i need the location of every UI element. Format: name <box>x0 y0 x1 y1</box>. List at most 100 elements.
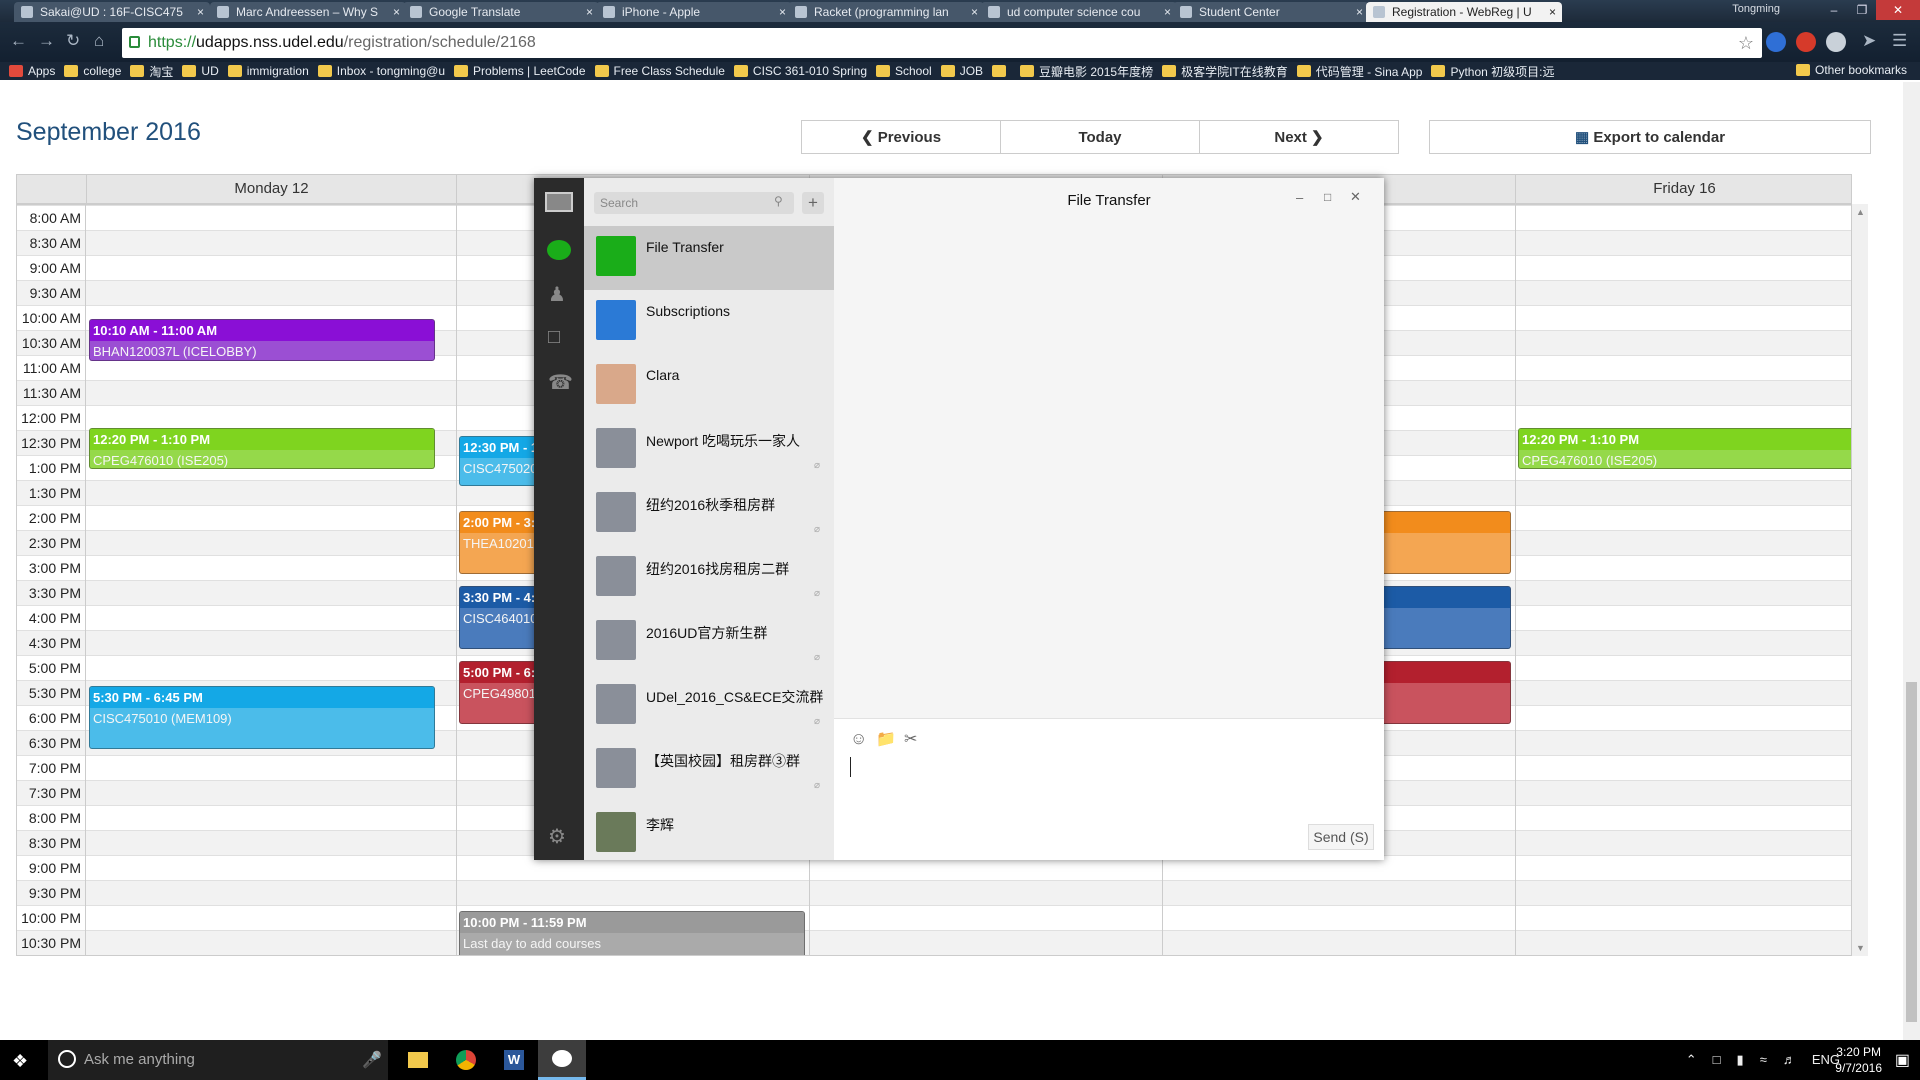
extension-icon[interactable] <box>1766 32 1786 52</box>
word-icon[interactable]: W <box>490 1040 538 1080</box>
close-tab-icon[interactable]: × <box>586 2 593 22</box>
home-icon[interactable]: ⌂ <box>94 31 104 51</box>
close-tab-icon[interactable]: × <box>197 2 204 22</box>
maximize-icon[interactable]: ❐ <box>1848 0 1876 20</box>
chat-list-item[interactable]: 李辉 <box>584 802 834 866</box>
chat-list-item[interactable]: Subscriptions <box>584 290 834 354</box>
folder-icon[interactable]: 📁 <box>876 729 896 749</box>
clock[interactable]: 3:20 PM 9/7/2016 <box>1835 1044 1882 1076</box>
bookmark-item[interactable]: college <box>64 64 121 78</box>
send-button[interactable]: Send (S) <box>1308 824 1374 850</box>
opera-icon[interactable] <box>1796 32 1816 52</box>
browser-tab[interactable]: iPhone - Apple × <box>596 2 792 22</box>
close-tab-icon[interactable]: × <box>1356 2 1363 22</box>
time-slot-row[interactable]: 10:30 PM <box>17 930 1851 955</box>
browser-tab[interactable]: Student Center × <box>1173 2 1369 22</box>
minimize-icon[interactable]: – <box>1820 0 1848 20</box>
minimize-icon[interactable]: – <box>1296 190 1303 205</box>
chrome-icon[interactable] <box>442 1040 490 1080</box>
bookmark-item[interactable]: JOB <box>940 64 983 78</box>
cursor-extension-icon[interactable]: ➤ <box>1862 31 1876 51</box>
browser-tab[interactable]: ud computer science cou × <box>981 2 1177 22</box>
calendar-event[interactable]: 10:00 PM - 11:59 PM Last day to add cours… <box>459 911 805 955</box>
chat-list-item[interactable]: 纽约2016秋季租房群 ⌀ <box>584 482 834 546</box>
bookmark-item[interactable] <box>992 65 1011 77</box>
back-icon[interactable]: ← <box>10 31 27 51</box>
contacts-icon[interactable]: ♟ <box>548 282 566 307</box>
close-tab-icon[interactable]: × <box>1164 2 1171 22</box>
settings-gear-icon[interactable]: ⚙ <box>548 824 566 849</box>
export-calendar-button[interactable]: ▦ Export to calendar <box>1429 120 1871 154</box>
wechat-taskbar-icon[interactable] <box>538 1040 586 1080</box>
profile-name[interactable]: Tongming <box>1732 3 1780 15</box>
bookmark-star-icon[interactable]: ☆ <box>1738 28 1754 58</box>
network-icon[interactable]: □ <box>1713 1040 1721 1080</box>
bookmark-item[interactable]: Apps <box>9 64 55 78</box>
time-slot-row[interactable]: 9:30 PM <box>17 880 1851 905</box>
browser-tab[interactable]: Marc Andreessen – Why S × <box>210 2 406 22</box>
close-tab-icon[interactable]: × <box>393 2 400 22</box>
today-button[interactable]: Today <box>1000 120 1200 154</box>
chat-list-item[interactable]: 纽约2016找房租房二群 ⌀ <box>584 546 834 610</box>
bookmark-item[interactable]: 淘宝 <box>130 63 173 80</box>
calendar-event[interactable]: 12:20 PM - 1:10 PM CPEG476010 (ISE205) <box>89 427 435 470</box>
calendar-event[interactable]: 12:20 PM - 1:10 PM CPEG476010 (ISE205) <box>1518 427 1851 470</box>
file-explorer-icon[interactable] <box>394 1040 442 1080</box>
volume-icon[interactable]: ♬ <box>1783 1040 1796 1080</box>
chat-list-item[interactable]: UDel_2016_CS&ECE交流群 ⌀ <box>584 674 834 738</box>
chat-list-item[interactable]: 【英国校园】租房群③群 ⌀ <box>584 738 834 802</box>
bookmark-item[interactable]: School <box>876 64 932 78</box>
close-icon[interactable]: ✕ <box>1350 189 1361 205</box>
bookmark-item[interactable]: 代码管理 - Sina App <box>1296 63 1422 80</box>
chat-list-item[interactable]: 2016UD官方新生群 ⌀ <box>584 610 834 674</box>
wechat-search-input[interactable]: Search <box>594 192 794 214</box>
calendar-event[interactable]: 5:30 PM - 6:45 PM CISC475010 (MEM109) <box>89 686 435 749</box>
menu-icon[interactable]: ☰ <box>1892 31 1907 51</box>
emoji-icon[interactable]: ☺ <box>850 729 867 749</box>
chat-list-item[interactable]: File Transfer <box>584 226 834 290</box>
browser-tab[interactable]: Racket (programming lan × <box>788 2 984 22</box>
cortana-search-input[interactable]: Ask me anything <box>48 1040 388 1080</box>
scissors-icon[interactable]: ✂ <box>904 729 917 749</box>
calendar-scrollbar[interactable]: ▲ ▼ <box>1852 204 1868 956</box>
previous-button[interactable]: ❮ Previous <box>801 120 1001 154</box>
bookmark-item[interactable]: 极客学院IT在线教育 <box>1162 63 1288 80</box>
next-button[interactable]: Next ❯ <box>1199 120 1399 154</box>
bookmark-item[interactable]: immigration <box>227 64 309 78</box>
microphone-icon[interactable]: 🎤 <box>362 1050 382 1070</box>
calendar-event[interactable]: 10:10 AM - 11:00 AM BHAN120037L (ICELOBBY… <box>89 319 435 361</box>
browser-tab[interactable]: Google Translate × <box>403 2 599 22</box>
favorites-icon[interactable]: □ <box>548 326 560 349</box>
add-chat-button[interactable]: + <box>802 192 824 214</box>
battery-icon[interactable]: ▮ <box>1737 1040 1744 1080</box>
other-bookmarks[interactable]: Other bookmarks <box>1796 63 1907 77</box>
close-tab-icon[interactable]: × <box>1549 2 1556 22</box>
phone-icon[interactable]: ☎ <box>548 370 573 395</box>
chat-list-item[interactable]: Newport 吃喝玩乐一家人 ⌀ <box>584 418 834 482</box>
bookmark-item[interactable]: UD <box>182 64 219 78</box>
bookmark-item[interactable]: Inbox - tongming@u <box>317 64 445 78</box>
bookmark-item[interactable]: Problems | LeetCode <box>454 64 586 78</box>
forward-icon[interactable]: → <box>38 31 55 51</box>
message-input-area[interactable]: ☺ 📁 ✂ Send (S) <box>834 718 1384 860</box>
wifi-icon[interactable]: ≈ <box>1760 1040 1767 1080</box>
time-slot-row[interactable]: 10:00 PM <box>17 905 1851 930</box>
browser-tab[interactable]: Registration - WebReg | U × <box>1366 2 1562 22</box>
bookmark-item[interactable]: CISC 361-010 Spring <box>733 64 867 78</box>
chats-icon[interactable] <box>547 240 571 260</box>
chat-list-item[interactable]: Clara <box>584 354 834 418</box>
close-icon[interactable]: ✕ <box>1876 0 1920 20</box>
bookmark-item[interactable]: Free Class Schedule <box>594 64 725 78</box>
maximize-icon[interactable]: □ <box>1324 190 1331 204</box>
reload-icon[interactable]: ↻ <box>66 31 80 51</box>
close-tab-icon[interactable]: × <box>971 2 978 22</box>
bookmark-item[interactable]: Python 初级项目:远 <box>1431 63 1555 80</box>
drive-icon[interactable] <box>1826 32 1846 52</box>
url-input[interactable]: https://udapps.nss.udel.edu/registration… <box>122 28 1762 58</box>
chevron-up-icon[interactable]: ⌃ <box>1686 1040 1697 1080</box>
bookmark-item[interactable]: 豆瓣电影 2015年度榜 <box>1020 63 1153 80</box>
user-avatar[interactable] <box>545 192 573 212</box>
browser-tab[interactable]: Sakai@UD : 16F-CISC475 × <box>14 2 210 22</box>
close-tab-icon[interactable]: × <box>779 2 786 22</box>
windows-start-icon[interactable]: ❖ <box>12 1051 28 1072</box>
